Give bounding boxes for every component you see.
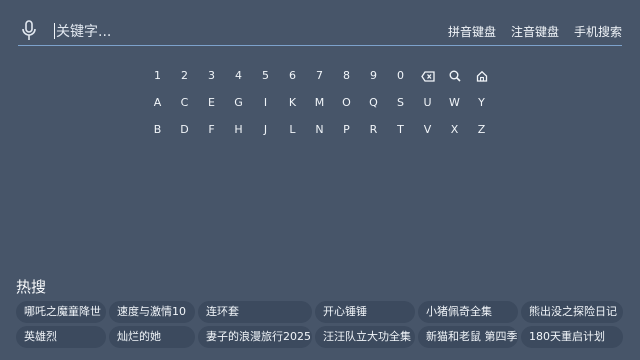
search-input[interactable]: 关键字... (54, 21, 111, 41)
hot-search-item[interactable]: 灿烂的她 (109, 326, 195, 348)
key-3[interactable]: 3 (198, 66, 225, 86)
key-n[interactable]: N (306, 120, 333, 140)
key-z[interactable]: Z (468, 120, 495, 140)
key-7[interactable]: 7 (306, 66, 333, 86)
pinyin-keyboard-tab[interactable]: 拼音键盘 (448, 23, 496, 40)
hot-search-item[interactable]: 连环套 (198, 301, 312, 323)
key-g[interactable]: G (225, 93, 252, 113)
keyboard-mode-tabs: 拼音键盘 注音键盘 手机搜索 (448, 23, 622, 40)
hot-search-item[interactable]: 妻子的浪漫旅行2025 (198, 326, 312, 348)
key-q[interactable]: Q (360, 93, 387, 113)
search-key[interactable] (441, 66, 468, 86)
key-f[interactable]: F (198, 120, 225, 140)
key-0[interactable]: 0 (387, 66, 414, 86)
key-8[interactable]: 8 (333, 66, 360, 86)
search-placeholder: 关键字... (56, 24, 112, 40)
phone-search-tab[interactable]: 手机搜索 (574, 23, 622, 40)
key-d[interactable]: D (171, 120, 198, 140)
key-o[interactable]: O (333, 93, 360, 113)
microphone-icon[interactable] (20, 20, 38, 42)
key-4[interactable]: 4 (225, 66, 252, 86)
hot-search-item[interactable]: 小猪佩奇全集 (418, 301, 518, 323)
key-l[interactable]: L (279, 120, 306, 140)
key-m[interactable]: M (306, 93, 333, 113)
key-r[interactable]: R (360, 120, 387, 140)
key-j[interactable]: J (252, 120, 279, 140)
search-screen: 关键字... 拼音键盘 注音键盘 手机搜索 1 2 3 4 5 6 7 8 9 … (0, 0, 640, 360)
hot-search-list: 哪吒之魔童降世 速度与激情10 连环套 开心锤锤 小猪佩奇全集 熊出没之探险日记… (16, 301, 624, 348)
key-h[interactable]: H (225, 120, 252, 140)
home-key[interactable] (468, 66, 495, 86)
key-i[interactable]: I (252, 93, 279, 113)
key-s[interactable]: S (387, 93, 414, 113)
key-9[interactable]: 9 (360, 66, 387, 86)
search-underline (18, 45, 622, 46)
hot-search-title: 热搜 (16, 278, 47, 296)
key-2[interactable]: 2 (171, 66, 198, 86)
hot-search-item[interactable]: 汪汪队立大功全集 (315, 326, 415, 348)
text-cursor (54, 23, 55, 39)
key-b[interactable]: B (144, 120, 171, 140)
hot-search-item[interactable]: 哪吒之魔童降世 (16, 301, 106, 323)
hot-search-item[interactable]: 速度与激情10 (109, 301, 195, 323)
hot-search-item[interactable]: 开心锤锤 (315, 301, 415, 323)
key-v[interactable]: V (414, 120, 441, 140)
key-x[interactable]: X (441, 120, 468, 140)
key-6[interactable]: 6 (279, 66, 306, 86)
keyboard-row-letters-1: A C E G I K M O Q S U W Y (144, 93, 495, 113)
key-w[interactable]: W (441, 93, 468, 113)
key-t[interactable]: T (387, 120, 414, 140)
keyboard-row-letters-2: B D F H J L N P R T V X Z (144, 120, 495, 140)
key-c[interactable]: C (171, 93, 198, 113)
key-5[interactable]: 5 (252, 66, 279, 86)
search-icon (449, 70, 461, 82)
key-u[interactable]: U (414, 93, 441, 113)
key-1[interactable]: 1 (144, 66, 171, 86)
hot-search-item[interactable]: 180天重启计划 (521, 326, 623, 348)
search-bar: 关键字... 拼音键盘 注音键盘 手机搜索 (18, 18, 622, 46)
backspace-key[interactable] (414, 66, 441, 86)
key-a[interactable]: A (144, 93, 171, 113)
key-y[interactable]: Y (468, 93, 495, 113)
home-icon (476, 70, 487, 82)
backspace-icon (420, 70, 435, 82)
keyboard-row-digits: 1 2 3 4 5 6 7 8 9 0 (144, 66, 495, 86)
hot-search-item[interactable]: 英雄烈 (16, 326, 106, 348)
zhuyin-keyboard-tab[interactable]: 注音键盘 (511, 23, 559, 40)
key-p[interactable]: P (333, 120, 360, 140)
key-k[interactable]: K (279, 93, 306, 113)
hot-search-item[interactable]: 新猫和老鼠 第四季 (418, 326, 518, 348)
key-e[interactable]: E (198, 93, 225, 113)
hot-search-item[interactable]: 熊出没之探险日记 (521, 301, 623, 323)
